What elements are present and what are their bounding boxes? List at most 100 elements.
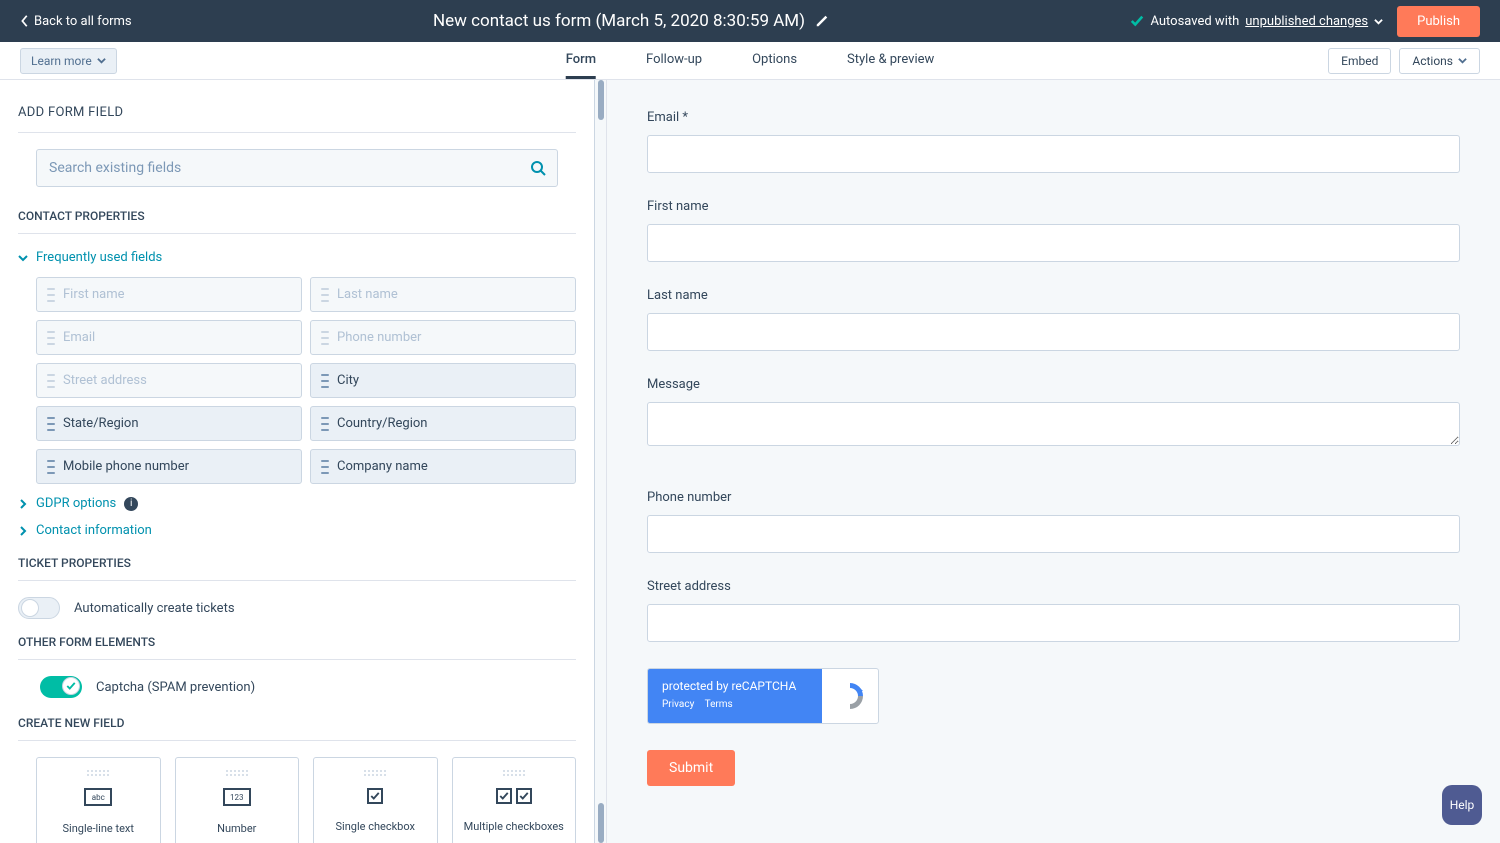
checkbox-icon <box>322 788 429 804</box>
right-actions: Embed Actions <box>1328 48 1480 74</box>
field-label: Last name <box>647 288 1460 303</box>
toggle-knob <box>62 677 80 695</box>
tab-follow-up[interactable]: Follow-up <box>646 42 702 79</box>
main: ADD FORM FIELD CONTACT PROPERTIES Freque… <box>0 80 1500 843</box>
top-right: Autosaved with unpublished changes Publi… <box>1130 6 1480 37</box>
divider <box>18 580 576 581</box>
preview-panel: Email *First nameLast nameMessagePhone n… <box>607 80 1500 843</box>
field-chip-label: First name <box>63 287 124 302</box>
field-label: Email * <box>647 110 1460 125</box>
field-chip[interactable]: City <box>310 363 576 398</box>
accordion-label: Frequently used fields <box>36 250 162 265</box>
scroll-thumb <box>598 803 604 843</box>
field-chip: Street address <box>36 363 302 398</box>
accordion-label: GDPR options <box>36 496 116 511</box>
field-label: Street address <box>647 579 1460 594</box>
search-input[interactable] <box>36 149 558 187</box>
auto-create-tickets-toggle[interactable] <box>18 597 60 619</box>
field-chip[interactable]: State/Region <box>36 406 302 441</box>
grip-icon <box>47 460 55 474</box>
divider <box>18 659 576 660</box>
toggle-label: Captcha (SPAM prevention) <box>96 680 255 695</box>
grip-icon <box>364 770 386 776</box>
accordion-frequently-used[interactable]: Frequently used fields <box>18 250 576 265</box>
field-label: First name <box>647 199 1460 214</box>
auto-create-tickets-row: Automatically create tickets <box>18 597 576 619</box>
captcha-toggle[interactable] <box>40 676 82 698</box>
actions-button[interactable]: Actions <box>1399 48 1480 74</box>
field-chip: First name <box>36 277 302 312</box>
learn-more-button[interactable]: Learn more <box>20 48 117 74</box>
check-icon <box>1130 14 1144 28</box>
form-input[interactable] <box>647 224 1460 262</box>
chevron-left-icon <box>20 14 30 28</box>
publish-button[interactable]: Publish <box>1397 6 1480 37</box>
tab-form[interactable]: Form <box>566 42 596 79</box>
tab-style-preview[interactable]: Style & preview <box>847 42 934 79</box>
back-to-forms[interactable]: Back to all forms <box>20 14 132 29</box>
form-field: Email * <box>647 110 1460 173</box>
recaptcha-privacy[interactable]: Privacy <box>662 699 694 710</box>
newfield-multiple-checkboxes[interactable]: Multiple checkboxes <box>452 757 577 843</box>
chevron-right-icon <box>18 499 28 509</box>
autosave-prefix: Autosaved with <box>1150 14 1239 29</box>
form-field: Last name <box>647 288 1460 351</box>
contact-properties-head: CONTACT PROPERTIES <box>18 209 576 223</box>
add-form-field-head: ADD FORM FIELD <box>18 105 576 120</box>
form-textarea[interactable] <box>647 402 1460 446</box>
form-input[interactable] <box>647 604 1460 642</box>
help-button[interactable]: Help <box>1442 785 1482 825</box>
recaptcha-widget[interactable]: protected by reCAPTCHA Privacy Terms <box>647 668 879 724</box>
field-chip[interactable]: Mobile phone number <box>36 449 302 484</box>
newfield-label: Multiple checkboxes <box>461 820 568 833</box>
recaptcha-text: protected by reCAPTCHA <box>662 679 808 693</box>
newfield-number[interactable]: 123 Number <box>175 757 300 843</box>
info-icon: i <box>124 497 138 511</box>
accordion-label: Contact information <box>36 523 152 538</box>
field-chip: Phone number <box>310 320 576 355</box>
form-field: Phone number <box>647 490 1460 553</box>
other-elements-head: OTHER FORM ELEMENTS <box>18 635 576 649</box>
field-chip-label: Last name <box>337 287 398 302</box>
back-label: Back to all forms <box>34 14 132 29</box>
field-chip[interactable]: Company name <box>310 449 576 484</box>
recaptcha-left: protected by reCAPTCHA Privacy Terms <box>648 669 822 723</box>
form-input[interactable] <box>647 515 1460 553</box>
accordion-contact-info[interactable]: Contact information <box>18 523 576 538</box>
field-chip: Last name <box>310 277 576 312</box>
search-icon[interactable] <box>530 160 546 176</box>
chevron-right-icon <box>18 526 28 536</box>
create-new-field-head: CREATE NEW FIELD <box>18 716 576 730</box>
caret-down-icon <box>1458 56 1467 65</box>
field-chip[interactable]: Country/Region <box>310 406 576 441</box>
tab-options[interactable]: Options <box>752 42 797 79</box>
form-input[interactable] <box>647 313 1460 351</box>
field-grid: First nameLast nameEmailPhone numberStre… <box>36 277 576 484</box>
embed-button[interactable]: Embed <box>1328 48 1391 74</box>
left-scrollbar[interactable] <box>595 80 607 843</box>
grip-icon <box>47 374 55 388</box>
submit-button[interactable]: Submit <box>647 750 735 786</box>
newfield-single-line[interactable]: abc Single-line text <box>36 757 161 843</box>
number-icon: 123 <box>184 788 291 806</box>
field-chip-label: Country/Region <box>337 416 427 431</box>
pencil-icon[interactable] <box>815 14 829 28</box>
captcha-row: Captcha (SPAM prevention) <box>40 676 576 698</box>
grip-icon <box>321 417 329 431</box>
actions-label: Actions <box>1412 54 1453 68</box>
form-input[interactable] <box>647 135 1460 173</box>
divider <box>18 233 576 234</box>
newfield-single-checkbox[interactable]: Single checkbox <box>313 757 438 843</box>
newfield-label: Single-line text <box>45 822 152 835</box>
grip-icon <box>47 331 55 345</box>
scroll-thumb <box>598 80 604 120</box>
search-wrap <box>36 149 558 187</box>
autosave-status[interactable]: Autosaved with unpublished changes <box>1130 14 1383 29</box>
divider <box>18 740 576 741</box>
grip-icon <box>47 417 55 431</box>
form-field: First name <box>647 199 1460 262</box>
recaptcha-terms[interactable]: Terms <box>705 699 733 710</box>
field-label: Phone number <box>647 490 1460 505</box>
accordion-gdpr[interactable]: GDPR options i <box>18 496 576 511</box>
newfield-label: Number <box>184 822 291 835</box>
